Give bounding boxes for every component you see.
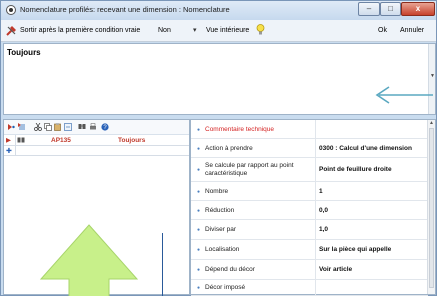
row-find-icon xyxy=(17,137,25,143)
app-icon xyxy=(6,5,16,15)
properties-pane: ● Commentaire technique ● Action à prendre 0… xyxy=(190,119,436,296)
property-label: Diviser par xyxy=(205,226,237,233)
annotation-line xyxy=(162,233,163,296)
scrollbar-thumb[interactable] xyxy=(429,128,434,288)
view-interior-label[interactable]: Vue intérieure xyxy=(206,27,249,34)
property-row[interactable]: ● Diviser par 1,0 xyxy=(191,220,428,240)
table-row[interactable]: ▶ AP135 Toujours xyxy=(4,136,189,145)
cut-icon[interactable] xyxy=(34,123,42,131)
cancel-button[interactable]: Annuler xyxy=(400,27,424,34)
grid-line xyxy=(4,155,189,156)
column-separator xyxy=(315,280,316,296)
dialog-window: Nomenclature profilés: recevant une dime… xyxy=(0,0,437,296)
column-separator xyxy=(315,220,316,240)
bullet-icon: ● xyxy=(197,146,201,152)
property-value[interactable]: Voir article xyxy=(319,266,352,274)
property-label: Nombre xyxy=(205,188,229,195)
column-separator xyxy=(315,158,316,182)
property-row[interactable]: ● Dépend du décor Voir article xyxy=(191,260,428,280)
bullet-icon: ● xyxy=(197,189,201,195)
column-separator xyxy=(315,240,316,260)
column-separator xyxy=(315,182,316,201)
minimize-button[interactable]: – xyxy=(358,2,380,16)
row-selector-icon[interactable]: ▶ xyxy=(6,136,11,145)
add-row-icon[interactable] xyxy=(18,123,26,131)
copy-icon[interactable] xyxy=(44,123,52,131)
exit-condition-label: Sortir après la première condition vraie xyxy=(20,27,141,34)
ok-button[interactable]: Ok xyxy=(378,27,387,34)
lightbulb-icon[interactable] xyxy=(256,24,265,36)
window-title: Nomenclature profilés: recevant une dime… xyxy=(20,5,230,14)
property-row[interactable]: ● Action à prendre 0300 : Calcul d'une dim… xyxy=(191,139,428,158)
property-label: Décor imposé xyxy=(205,284,246,291)
paste-icon[interactable] xyxy=(54,123,62,131)
property-row[interactable]: ● Se calcule par rapport au point caracté… xyxy=(191,158,428,182)
rules-toolbar: ? xyxy=(4,120,189,135)
property-value[interactable]: 0,0 xyxy=(319,207,328,215)
condition-text: Toujours xyxy=(7,48,41,57)
property-value[interactable]: 1,0 xyxy=(319,226,328,234)
row-code[interactable]: AP135 xyxy=(51,136,71,145)
row-condition[interactable]: Toujours xyxy=(118,136,145,145)
minimize-icon: – xyxy=(366,4,372,13)
column-separator xyxy=(315,139,316,158)
maximize-icon: □ xyxy=(388,4,393,13)
insert-row-icon[interactable] xyxy=(7,123,15,131)
toolbar: Sortir après la première condition vraie… xyxy=(1,20,436,42)
close-icon: x xyxy=(415,4,421,13)
property-value[interactable]: 1 xyxy=(319,188,323,196)
grid-line xyxy=(4,145,189,146)
exit-condition-select[interactable]: Non xyxy=(158,27,171,34)
property-label: Se calcule par rapport au point caractér… xyxy=(205,162,294,177)
annotation-arrow-left xyxy=(375,86,433,104)
bullet-icon: ● xyxy=(197,227,201,233)
close-button[interactable]: x xyxy=(401,2,435,16)
grid-line xyxy=(15,135,16,155)
maximize-button[interactable]: □ xyxy=(380,2,401,16)
properties-scrollbar[interactable]: ▲ xyxy=(427,120,435,294)
duplicate-icon[interactable] xyxy=(64,123,72,131)
property-value[interactable]: 0300 : Calcul d'une dimension xyxy=(319,145,412,153)
property-label: Réduction xyxy=(205,207,235,214)
property-row[interactable]: ● Commentaire technique xyxy=(191,120,428,139)
find-icon[interactable] xyxy=(78,123,86,131)
bullet-icon: ● xyxy=(197,167,201,173)
help-icon[interactable]: ? xyxy=(101,123,109,131)
bullet-icon: ● xyxy=(197,208,201,214)
bullet-icon: ● xyxy=(197,285,201,291)
property-label: Commentaire technique xyxy=(205,126,275,133)
property-row[interactable]: ● Décor imposé xyxy=(191,280,428,296)
title-bar: Nomenclature profilés: recevant une dime… xyxy=(1,1,436,20)
bullet-icon: ● xyxy=(197,267,201,273)
property-row[interactable]: ● Réduction 0,0 xyxy=(191,201,428,220)
column-separator xyxy=(315,260,316,280)
property-label: Action à prendre xyxy=(205,145,253,152)
property-row[interactable]: ● Nombre 1 xyxy=(191,182,428,201)
column-separator xyxy=(315,201,316,220)
scroll-up-icon[interactable]: ▲ xyxy=(429,120,434,126)
property-label: Dépend du décor xyxy=(205,266,255,273)
chevron-down-icon[interactable]: ▾ xyxy=(193,26,197,34)
new-row-icon[interactable]: ✚ xyxy=(6,147,12,155)
property-label: Localisation xyxy=(205,246,240,253)
column-separator xyxy=(315,120,316,139)
bullet-icon: ● xyxy=(197,127,201,133)
property-row[interactable]: ● Localisation Sur la pièce qui appelle xyxy=(191,240,428,260)
scroll-down-icon[interactable]: ▼ xyxy=(430,73,435,79)
property-value[interactable]: Sur la pièce qui appelle xyxy=(319,246,391,254)
condition-textarea[interactable]: Toujours ▼ xyxy=(3,43,436,115)
annotation-arrow-up xyxy=(39,224,139,296)
tools-icon[interactable] xyxy=(6,25,17,36)
print-icon[interactable] xyxy=(89,123,97,131)
bullet-icon: ● xyxy=(197,247,201,253)
property-value[interactable]: Point de feuillure droite xyxy=(319,166,392,174)
